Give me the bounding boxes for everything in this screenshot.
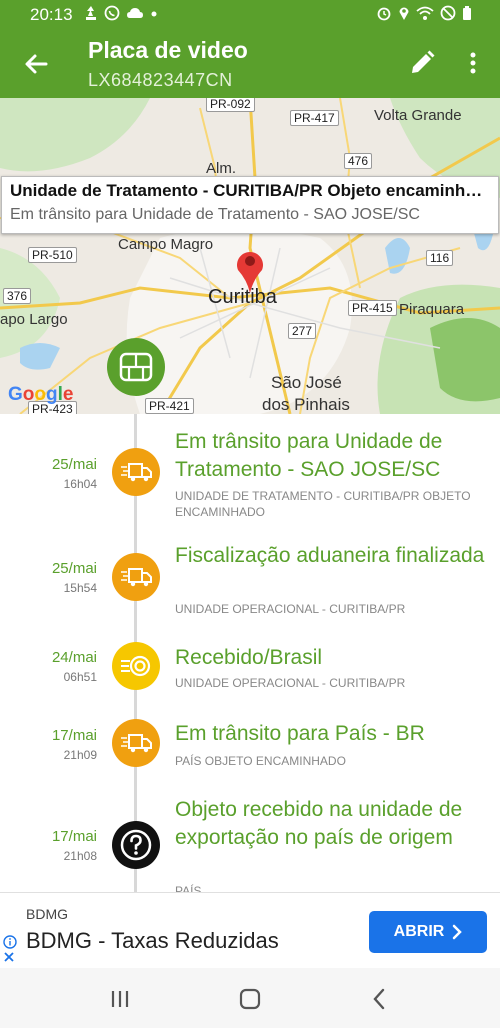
timeline-event[interactable]: 25/mai 16h04 Em trânsito para Unidade de… [0,414,500,524]
whatsapp-icon [104,5,120,21]
map-label-sao-jose: São José [271,373,342,392]
app-bar: Placa de video LX684823447CN [0,30,500,98]
event-location: UNIDADE OPERACIONAL - CURITIBA/PR [175,676,406,690]
timeline-event[interactable]: 17/mai 21h08 Objeto recebido na unidade … [0,794,500,892]
truck-icon [112,448,160,496]
ad-open-button[interactable]: ABRIR [369,911,487,953]
map-label-alm: Alm. [206,160,236,177]
event-location: UNIDADE DE TRATAMENTO - CURITIBA/PR OBJE… [175,489,471,519]
alarm-icon [377,7,391,21]
edit-pencil-icon[interactable] [407,48,437,78]
map-pin-icon[interactable] [233,246,267,294]
notification-icons [84,5,158,21]
info-window-subtitle: Em trânsito para Unidade de Tratamento -… [10,206,420,223]
ad-banner[interactable]: BDMG BDMG - Taxas Reduzidas ABRIR [0,892,500,968]
status-bar: 20:13 [0,0,500,30]
map-label-pr421: PR-421 [145,398,194,414]
event-time: 16h04 [63,477,97,491]
dot-icon [151,11,157,17]
chevron-right-icon [453,924,463,940]
map-label-volta-grande: Volta Grande [374,107,462,124]
map-label-pr415: PR-415 [348,300,397,316]
map-label-campo-magro: Campo Magro [118,236,214,253]
event-date: 25/mai [51,560,97,577]
event-time: 06h51 [63,670,97,684]
do-not-disturb-icon [440,5,456,21]
map-label-pr510: PR-510 [28,247,77,263]
system-nav-bar [0,968,500,1028]
event-date: 17/mai [51,727,97,744]
event-date: 24/mai [51,649,97,666]
event-title: Objeto recebido na unidade de exportação… [175,798,463,849]
map-label-dos-pinhais: dos Pinhais [262,395,350,414]
event-time: 21h08 [63,849,97,863]
map-info-window[interactable]: Unidade de Tratamento - CURITIBA/PR Obje… [1,176,499,234]
info-window-title: Unidade de Tratamento - CURITIBA/PR Obje… [10,181,490,200]
event-title: Em trânsito para Unidade de Tratamento -… [175,430,443,481]
cloud-icon [127,8,143,18]
google-logo: Google [8,384,74,405]
status-time: 20:13 [30,5,73,24]
event-title: Fiscalização aduaneira finalizada [175,544,485,567]
truck-icon [112,553,160,601]
back-nav-icon[interactable] [366,985,394,1013]
tracking-code: LX684823447CN [88,70,233,90]
ad-brand: BDMG [26,906,68,922]
event-location: PAÍS OBJETO ENCAMINHADO [175,754,346,768]
home-icon[interactable] [236,985,264,1013]
question-icon [112,821,160,869]
battery-icon [463,6,471,20]
event-location: PAÍS [175,884,202,892]
timeline-event[interactable]: 25/mai 15h54 Fiscalização aduaneira fina… [0,539,500,619]
screen: 20:13 Placa de video LX684823447CN PR-09… [0,0,500,1028]
notification-icon [86,6,96,20]
back-arrow-icon[interactable] [20,48,52,80]
ad-info-icon[interactable] [3,935,17,949]
recent-apps-icon[interactable] [106,985,134,1013]
map-label-pr092: PR-092 [206,98,255,112]
map-label-piraquara: Piraquara [399,301,465,318]
event-time: 15h54 [63,581,97,595]
tracking-timeline: 25/mai 16h04 Em trânsito para Unidade de… [0,414,500,892]
ad-close-icon[interactable] [3,951,15,963]
map-label-476: 476 [344,153,373,169]
ad-open-label: ABRIR [393,923,445,940]
event-date: 17/mai [51,828,97,845]
map-label-pr417: PR-417 [290,110,339,126]
event-title: Recebido/Brasil [175,646,323,669]
truck-icon [112,719,160,767]
ad-title[interactable]: BDMG - Taxas Reduzidas [26,928,279,954]
map-label-116: 116 [426,250,454,266]
package-icon [119,352,153,382]
timeline-event[interactable]: 24/mai 06h51 Recebido/Brasil UNIDADE OPE… [0,639,500,699]
event-title: Em trânsito para País - BR [175,722,425,745]
event-date: 25/mai [51,456,97,473]
map-label-376: 376 [3,288,32,304]
event-time: 21h09 [63,748,97,762]
package-map-marker[interactable] [107,338,165,396]
system-icons [376,5,472,21]
tracking-map[interactable]: PR-092 PR-417 Volta Grande Alm. 476 Camp… [0,98,500,414]
location-icon [399,7,409,20]
map-label-campo-largo: apo Largo [0,311,68,328]
page-title: Placa de video [88,37,248,63]
wifi-icon [416,6,434,20]
event-location: UNIDADE OPERACIONAL - CURITIBA/PR [175,602,406,616]
map-label-277: 277 [288,323,317,339]
received-icon [112,642,160,690]
more-options-icon[interactable] [462,48,484,78]
timeline-event[interactable]: 17/mai 21h09 Em trânsito para País - BR … [0,714,500,784]
